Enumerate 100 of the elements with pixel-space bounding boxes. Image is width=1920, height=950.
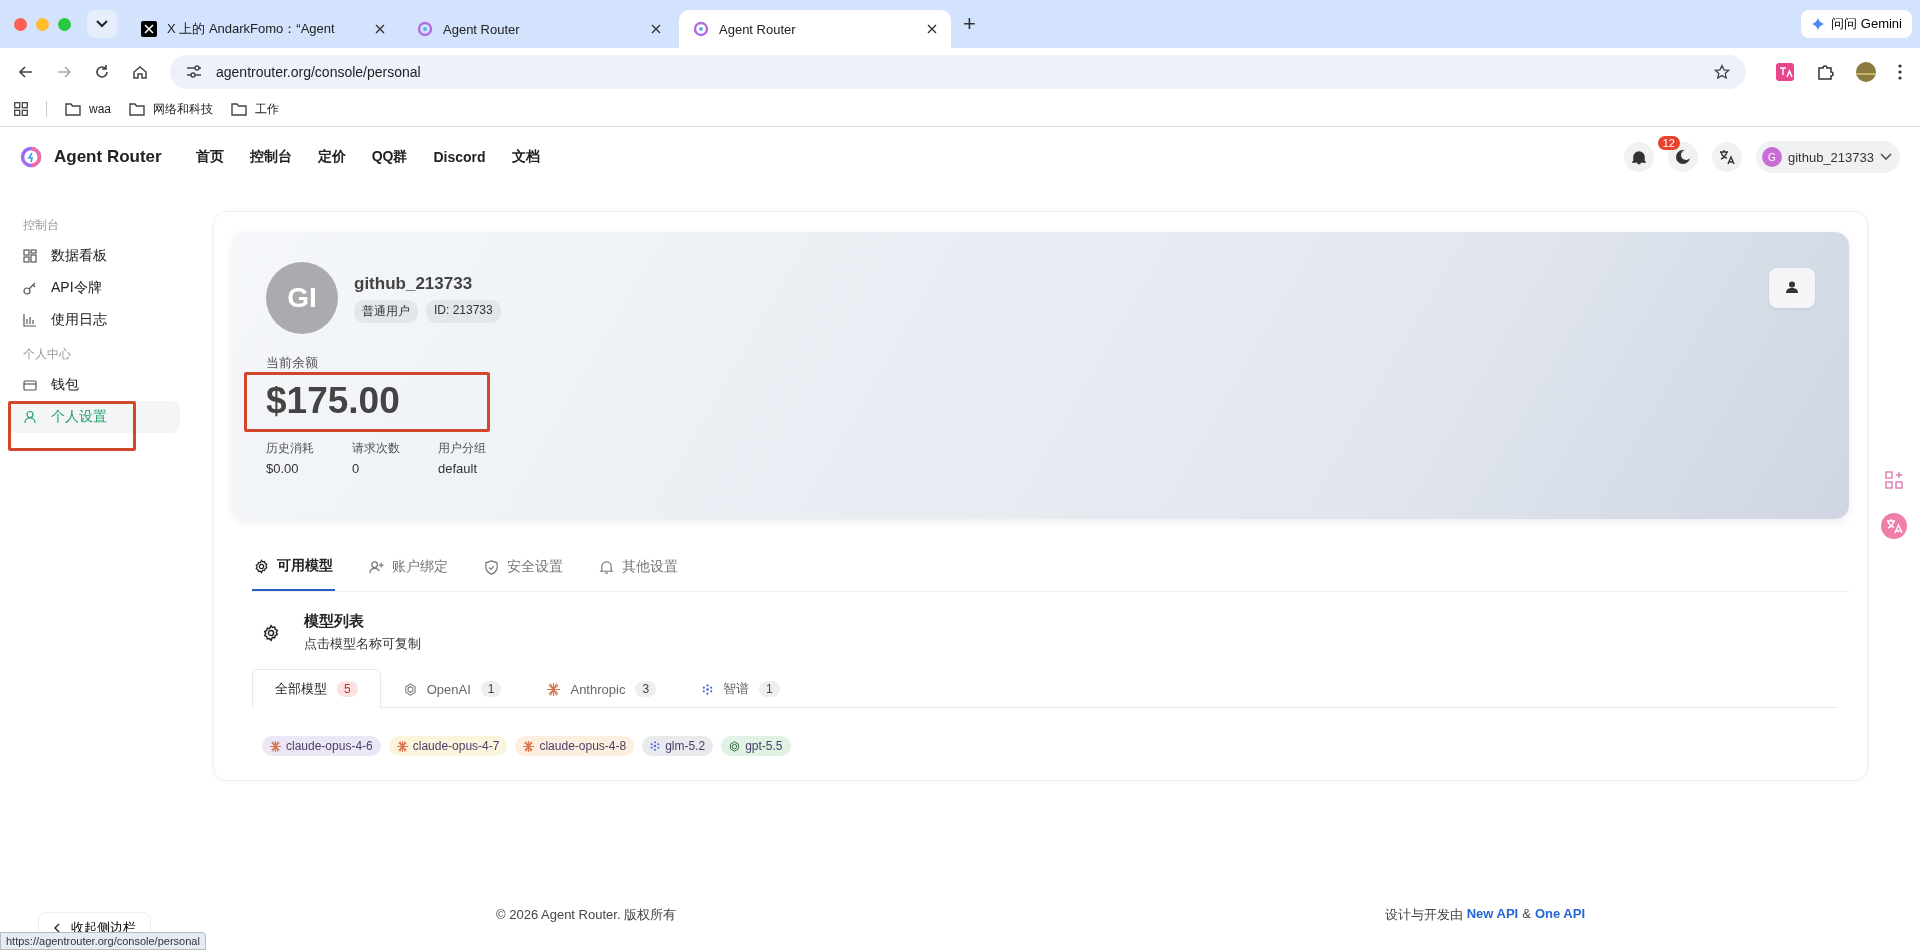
home-icon[interactable] bbox=[132, 64, 148, 80]
user-menu-button[interactable]: G github_213733 bbox=[1755, 141, 1900, 173]
reload-icon[interactable] bbox=[94, 64, 110, 80]
asterisk-icon bbox=[396, 740, 408, 752]
notification-count-badge: 12 bbox=[1657, 136, 1680, 150]
balance-amount: $175.00 bbox=[266, 380, 400, 421]
sidebar-item[interactable]: 钱包 bbox=[8, 369, 180, 401]
gemini-button[interactable]: 问问 Gemini bbox=[1801, 10, 1912, 38]
bell-icon bbox=[1631, 149, 1646, 165]
moon-icon bbox=[1674, 149, 1691, 165]
nav-link[interactable]: 首页 bbox=[195, 148, 224, 166]
caret-icon bbox=[1880, 153, 1892, 161]
browser-tab[interactable]: X 上的 AndarkFomo：“Agent bbox=[127, 10, 399, 48]
key-icon bbox=[23, 281, 37, 295]
footer-link[interactable]: One API bbox=[1534, 906, 1585, 924]
dots-icon bbox=[702, 683, 714, 695]
brand-logo-icon[interactable] bbox=[20, 146, 42, 168]
bookmark-folder[interactable]: 工作 bbox=[231, 100, 279, 118]
star-icon[interactable] bbox=[1714, 64, 1730, 80]
nav-link[interactable]: QQ群 bbox=[371, 148, 408, 166]
bar-chart-icon bbox=[23, 313, 37, 327]
stat-value: 0 bbox=[352, 461, 361, 476]
sidebar-item[interactable]: 使用日志 bbox=[8, 304, 180, 336]
gear-icon bbox=[262, 623, 280, 642]
url-tooltip: https://agentrouter.org/console/personal bbox=[0, 932, 206, 950]
folder-icon bbox=[65, 102, 81, 116]
tune-icon[interactable] bbox=[186, 65, 202, 79]
model-tag[interactable]: gpt-5.5 bbox=[721, 736, 791, 756]
close-dot[interactable] bbox=[14, 17, 27, 31]
vendor-tab[interactable]: 全部模型 5 bbox=[252, 669, 381, 708]
back-icon[interactable] bbox=[18, 64, 34, 80]
nav-link[interactable]: 定价 bbox=[317, 148, 346, 166]
close-tab-icon[interactable] bbox=[651, 24, 661, 34]
stat-value: default bbox=[438, 461, 479, 476]
settings-tab[interactable]: 可用模型 bbox=[252, 549, 335, 591]
browser-tab[interactable]: Agent Router bbox=[679, 10, 951, 48]
credit-text: 设计与开发由 bbox=[1384, 906, 1463, 924]
translate-icon[interactable] bbox=[1881, 513, 1907, 539]
id-tag: ID: 213733 bbox=[426, 299, 501, 323]
model-tag[interactable]: claude-opus-4-8 bbox=[515, 736, 635, 756]
close-tab-icon[interactable] bbox=[927, 24, 937, 34]
new-tab-button[interactable]: + bbox=[963, 11, 976, 37]
profile-avatar-icon[interactable] bbox=[1856, 62, 1876, 82]
model-tag[interactable]: claude-opus-4-7 bbox=[388, 736, 508, 756]
tab-title: X 上的 AndarkFomo：“Agent bbox=[167, 20, 336, 38]
user-icon bbox=[1786, 280, 1798, 293]
folder-icon bbox=[129, 102, 145, 116]
address-bar[interactable]: agentrouter.org/console/personal bbox=[170, 55, 1746, 89]
maximize-dot[interactable] bbox=[58, 17, 71, 31]
apps-grid-icon[interactable] bbox=[14, 102, 28, 116]
stat-value: $0.00 bbox=[266, 461, 300, 476]
stat-label: 用户分组 bbox=[438, 440, 487, 457]
nav-link[interactable]: 文档 bbox=[511, 148, 540, 166]
knot-icon bbox=[403, 682, 417, 696]
footer-link[interactable]: New API bbox=[1466, 906, 1519, 924]
username: github_213733 bbox=[354, 273, 474, 294]
section-subtitle: 点击模型名称可复制 bbox=[304, 635, 421, 653]
chevron-left-icon bbox=[53, 923, 61, 933]
translate-icon bbox=[1718, 149, 1735, 165]
bell-icon bbox=[599, 559, 614, 575]
shield-icon bbox=[484, 559, 499, 575]
settings-tab[interactable]: 账户绑定 bbox=[367, 549, 450, 591]
nav-link[interactable]: Discord bbox=[433, 149, 486, 165]
grid-icon bbox=[23, 249, 37, 263]
brand-name[interactable]: Agent Router bbox=[54, 147, 162, 167]
model-tag[interactable]: glm-5.2 bbox=[642, 736, 714, 756]
browser-tab[interactable]: Agent Router bbox=[403, 10, 675, 48]
sidebar-section-title: 个人中心 bbox=[22, 346, 72, 363]
bookmark-folder[interactable]: waa bbox=[65, 102, 111, 116]
vendor-tab[interactable]: 智谱 1 bbox=[679, 669, 803, 708]
extensions-icon[interactable] bbox=[1816, 63, 1834, 81]
user-avatar: GI bbox=[266, 262, 338, 334]
profile-button[interactable] bbox=[1769, 268, 1815, 308]
gear-icon bbox=[254, 558, 269, 574]
sidebar-item[interactable]: API令牌 bbox=[8, 272, 180, 304]
x-logo-icon bbox=[141, 21, 157, 37]
knot-icon bbox=[729, 740, 741, 752]
vendor-tab[interactable]: OpenAI 1 bbox=[380, 669, 525, 708]
tab-title: Agent Router bbox=[443, 21, 521, 37]
notifications-button[interactable] bbox=[1623, 142, 1654, 172]
nav-link[interactable]: 控制台 bbox=[249, 148, 292, 166]
minimize-dot[interactable] bbox=[36, 17, 49, 31]
close-tab-icon[interactable] bbox=[375, 24, 385, 34]
dots-icon bbox=[650, 741, 661, 751]
asterisk-icon bbox=[523, 740, 535, 752]
tab-list-button[interactable] bbox=[87, 10, 117, 38]
vendor-tab[interactable]: Anthropic 3 bbox=[524, 669, 680, 708]
language-button[interactable] bbox=[1711, 142, 1742, 172]
settings-tab[interactable]: 其他设置 bbox=[597, 549, 680, 591]
ring-logo-icon bbox=[417, 21, 433, 37]
settings-tab[interactable]: 安全设置 bbox=[482, 549, 565, 591]
bookmark-folder[interactable]: 网络和科技 bbox=[129, 100, 213, 118]
copyright-text: © 2026 Agent Router. 版权所有 bbox=[496, 906, 677, 924]
ampersand-text: & bbox=[1522, 906, 1531, 923]
sidebar-item[interactable]: 数据看板 bbox=[8, 240, 180, 272]
more-menu-icon[interactable] bbox=[1898, 64, 1902, 80]
sparkle-icon bbox=[1811, 17, 1826, 31]
translate-extension-icon[interactable] bbox=[1776, 63, 1794, 81]
stat-label: 请求次数 bbox=[352, 440, 401, 457]
model-tag[interactable]: claude-opus-4-6 bbox=[262, 736, 381, 756]
